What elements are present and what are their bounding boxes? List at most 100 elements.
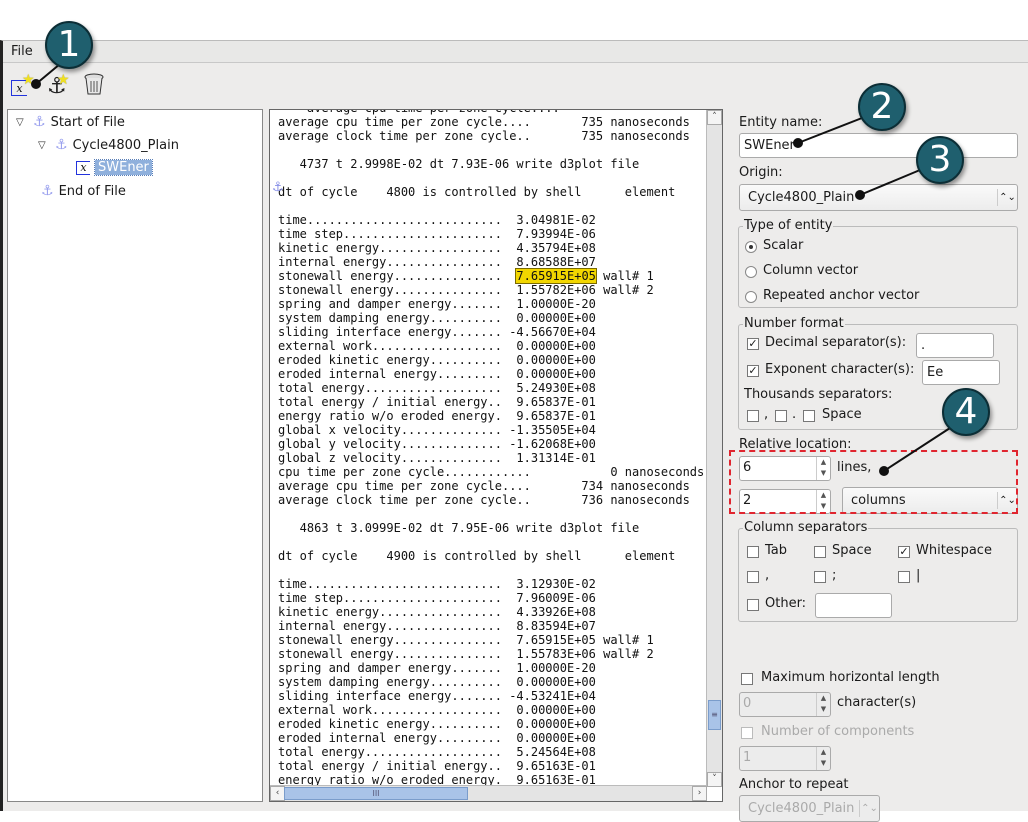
- colsep-comma-checkbox[interactable]: [747, 571, 759, 583]
- colsep-whitespace-checkbox[interactable]: ✓: [898, 546, 910, 558]
- thousands-comma-checkbox[interactable]: [747, 410, 759, 422]
- text-line: internal energy................ 8.83594E…: [278, 619, 596, 633]
- source-text-view[interactable]: average cpu time per zone cycle....avera…: [269, 109, 723, 802]
- menu-file[interactable]: File: [11, 44, 33, 59]
- spin-arrows-icon[interactable]: ▲ ▼: [816, 747, 830, 770]
- colsep-tab-label: Tab: [765, 543, 788, 558]
- exponent-character-checkbox[interactable]: ✓: [747, 365, 759, 377]
- text-line: time........................... 3.04981E…: [278, 213, 596, 227]
- horizontal-scrollbar[interactable]: ‹ III ›: [270, 785, 707, 801]
- tree-item-cycle4800[interactable]: ▽ ⚓ Cycle4800_Plain: [38, 137, 179, 153]
- decimal-separator-input[interactable]: .: [916, 333, 994, 358]
- star-icon: ★: [57, 72, 70, 88]
- text-line: dt of cycle 4900 is controlled by shell …: [278, 549, 723, 563]
- thousands-space-checkbox[interactable]: [803, 410, 815, 422]
- decimal-separator-checkbox[interactable]: ✓: [747, 338, 759, 350]
- origin-label: Origin:: [739, 165, 783, 180]
- anchor-to-repeat-value: Cycle4800_Plain: [748, 801, 855, 816]
- text-line: spring and damper energy....... 1.00000E…: [278, 297, 596, 311]
- radio-scalar[interactable]: [745, 241, 757, 253]
- delete-button[interactable]: [83, 72, 109, 98]
- text-line: system damping energy.......... 0.00000E…: [278, 675, 596, 689]
- colsep-other-checkbox[interactable]: [747, 599, 759, 611]
- main-window: File x ★ ⚓ ★ ▽ ⚓ Start of File ▽ ⚓ Cycle4800…: [0, 40, 1028, 822]
- scroll-up-button[interactable]: ˄: [707, 110, 722, 125]
- scroll-left-button[interactable]: ‹: [270, 786, 285, 801]
- colsep-semicolon-label: ;: [832, 568, 837, 583]
- horizontal-scroll-thumb[interactable]: III: [284, 787, 468, 800]
- text-line: [278, 507, 722, 521]
- text-line: total energy / initial energy.. 9.65837E…: [278, 395, 596, 409]
- column-vector-label: Column vector: [763, 263, 859, 278]
- tree-item-end-of-file[interactable]: ⚓ End of File: [41, 183, 126, 199]
- tree-item-swener[interactable]: x SWEner: [76, 159, 153, 176]
- text-line: [278, 563, 722, 577]
- text-line: kinetic energy................. 4.35794E…: [278, 241, 596, 255]
- anchor-icon: ⚓: [41, 183, 54, 199]
- origin-select[interactable]: Cycle4800_Plain ⌃⌄: [739, 184, 1018, 211]
- colsep-pipe-label: |: [916, 568, 921, 583]
- text-line: [278, 199, 722, 213]
- text-line: 4737 t 2.9998E-02 dt 7.93E-06 write d3pl…: [278, 157, 640, 171]
- scroll-right-button[interactable]: ›: [692, 786, 707, 801]
- text-line: stonewall energy............... 7.65915E…: [278, 633, 654, 647]
- column-separators-title: Column separators: [743, 520, 869, 535]
- colsep-semicolon-checkbox[interactable]: [814, 571, 826, 583]
- callout-3: 3: [916, 136, 964, 184]
- number-of-components-checkbox[interactable]: [741, 727, 753, 739]
- scroll-down-button[interactable]: ˅: [707, 772, 722, 787]
- text-line: external work.................. 0.00000E…: [278, 339, 596, 353]
- max-length-value: 0: [743, 696, 752, 711]
- exponent-character-label: Exponent character(s):: [765, 362, 915, 377]
- text-line: system damping energy.......... 0.00000E…: [278, 311, 596, 325]
- anchor-tree: ▽ ⚓ Start of File ▽ ⚓ Cycle4800_Plain x SWEne…: [7, 109, 263, 802]
- callout-4: 4: [942, 388, 990, 436]
- spin-arrows-icon[interactable]: ▲ ▼: [816, 693, 830, 716]
- collapse-triangle-icon[interactable]: ▽: [38, 140, 50, 151]
- text-line: total energy................... 5.24564E…: [278, 745, 596, 759]
- exponent-character-input[interactable]: Ee: [922, 360, 1000, 385]
- text-line: eroded internal energy......... 0.00000E…: [278, 731, 596, 745]
- new-anchor-button[interactable]: ⚓ ★: [47, 72, 73, 99]
- max-horizontal-length-checkbox[interactable]: [741, 673, 753, 685]
- star-icon: ★: [22, 72, 35, 88]
- vertical-scroll-thumb[interactable]: ≡: [708, 700, 721, 730]
- text-line: time step...................... 7.96009E…: [278, 591, 596, 605]
- callout-1: 1: [45, 21, 93, 69]
- vertical-scrollbar[interactable]: ˄ ≡ ˅: [706, 110, 722, 787]
- collapse-triangle-icon[interactable]: ▽: [16, 117, 28, 128]
- scalar-label: Scalar: [763, 238, 804, 253]
- thousands-dot-checkbox[interactable]: [775, 410, 787, 422]
- max-length-spinbox[interactable]: 0 ▲ ▼: [739, 692, 831, 717]
- colsep-comma-label: ,: [765, 568, 770, 583]
- text-line: global y velocity.............. -1.62068…: [278, 437, 596, 451]
- new-entity-button[interactable]: x ★: [11, 72, 37, 98]
- radio-repeated-anchor-vector[interactable]: [745, 291, 757, 303]
- colsep-space-label: Space: [832, 543, 872, 558]
- anchor-icon: ⚓: [33, 114, 46, 130]
- text-line: [278, 171, 722, 185]
- text-line: sliding interface energy....... -4.56670…: [278, 325, 596, 339]
- text-line: average cpu time per zone cycle.... 735 …: [278, 115, 690, 129]
- text-line: total energy................... 5.24930E…: [278, 381, 596, 395]
- text-line: [278, 535, 722, 549]
- entity-name-input[interactable]: SWEner: [739, 133, 1018, 158]
- text-line: time........................... 3.12930E…: [278, 577, 596, 591]
- radio-column-vector[interactable]: [745, 266, 757, 278]
- colsep-other-input[interactable]: [815, 593, 892, 618]
- text-line: spring and damper energy....... 1.00000E…: [278, 661, 596, 675]
- anchor-marker-icon: ⚓: [272, 180, 284, 195]
- relative-location-highlight: [729, 450, 1018, 514]
- characters-label: character(s): [837, 695, 917, 710]
- tree-item-start-of-file[interactable]: ▽ ⚓ Start of File: [16, 114, 125, 130]
- colsep-pipe-checkbox[interactable]: [898, 571, 910, 583]
- text-line: internal energy................ 8.68588E…: [278, 255, 596, 269]
- components-spinbox[interactable]: 1 ▲ ▼: [739, 746, 831, 771]
- thousands-separators-label: Thousands separators:: [744, 387, 893, 402]
- anchor-to-repeat-select[interactable]: Cycle4800_Plain ⌃⌄: [739, 795, 880, 822]
- text-line: cpu time per zone cycle............ 0 na…: [278, 465, 705, 479]
- colsep-space-checkbox[interactable]: [814, 546, 826, 558]
- type-of-entity-title: Type of entity: [743, 218, 834, 233]
- colsep-tab-checkbox[interactable]: [747, 546, 759, 558]
- menu-bar: File: [3, 41, 1028, 63]
